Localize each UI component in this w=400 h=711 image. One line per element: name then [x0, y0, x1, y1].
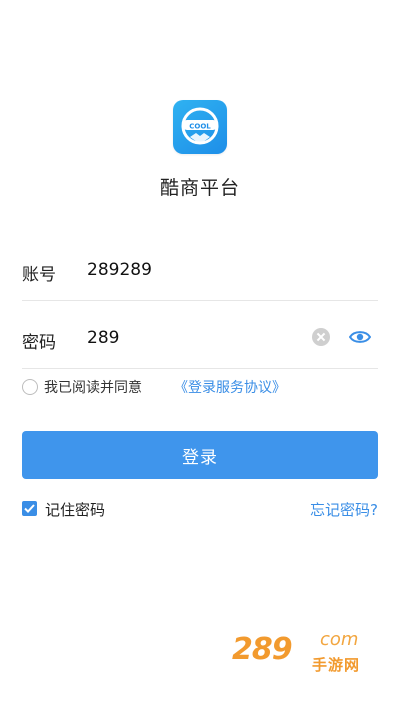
remember-label: 记住密码 — [45, 501, 106, 519]
watermark-brand: 手游网 — [312, 656, 361, 674]
account-input[interactable] — [87, 260, 287, 280]
clear-icon[interactable] — [312, 328, 330, 346]
handshake-logo-icon: COOL — [181, 107, 219, 145]
eye-icon[interactable] — [349, 330, 371, 344]
account-field: 账号 — [22, 240, 378, 301]
check-icon — [24, 504, 35, 513]
password-label: 密码 — [22, 333, 56, 353]
forgot-password-link[interactable]: 忘记密码? — [310, 499, 378, 520]
agreement-radio[interactable] — [22, 379, 38, 395]
account-label: 账号 — [22, 265, 56, 285]
app-logo: COOL — [173, 100, 227, 154]
app-title: 酷商平台 — [159, 177, 240, 199]
watermark-number: 289 — [232, 632, 293, 667]
login-button[interactable]: 登录 — [22, 431, 378, 479]
password-input[interactable] — [87, 328, 287, 348]
agreement-link[interactable]: 《登录服务协议》 — [174, 377, 286, 397]
watermark-domain: com — [320, 629, 359, 650]
watermark: 289 com 手游网 — [232, 629, 382, 678]
password-field: 密码 — [22, 308, 378, 369]
remember-checkbox[interactable] — [22, 501, 37, 516]
agreement-text: 我已阅读并同意 — [44, 380, 142, 396]
logo-text: COOL — [189, 123, 211, 131]
